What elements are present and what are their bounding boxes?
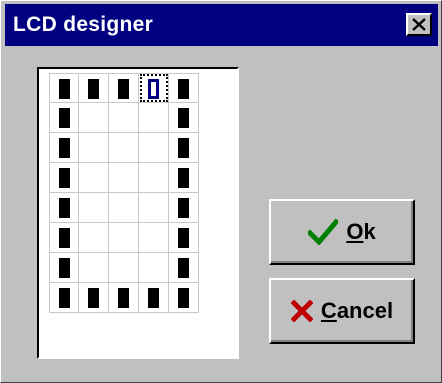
lcd-cell[interactable] xyxy=(169,193,199,223)
lcd-pixel-on xyxy=(178,288,189,308)
lcd-pixel-on xyxy=(178,138,189,158)
lcd-cell[interactable] xyxy=(139,223,169,253)
lcd-cell[interactable] xyxy=(49,133,79,163)
lcd-cell[interactable] xyxy=(109,133,139,163)
lcd-pixel-on xyxy=(59,288,70,308)
lcd-cell[interactable] xyxy=(49,223,79,253)
lcd-cell[interactable] xyxy=(79,223,109,253)
lcd-pixel-on xyxy=(178,228,189,248)
lcd-cell[interactable] xyxy=(169,163,199,193)
lcd-cell[interactable] xyxy=(139,163,169,193)
lcd-cell[interactable] xyxy=(49,253,79,283)
lcd-pixel-on xyxy=(59,258,70,278)
lcd-cell[interactable] xyxy=(109,283,139,313)
lcd-cell[interactable] xyxy=(109,73,139,103)
lcd-pixel-on xyxy=(118,288,129,308)
lcd-cell[interactable] xyxy=(79,193,109,223)
lcd-cell[interactable] xyxy=(49,283,79,313)
title-bar: LCD designer xyxy=(5,4,438,46)
lcd-cell[interactable] xyxy=(109,253,139,283)
lcd-cell[interactable] xyxy=(79,253,109,283)
lcd-cell[interactable] xyxy=(139,133,169,163)
lcd-cell[interactable] xyxy=(79,163,109,193)
lcd-pixel-on xyxy=(178,198,189,218)
lcd-cell[interactable] xyxy=(109,103,139,133)
cancel-button-label: Cancel xyxy=(320,298,394,323)
lcd-pixel-on xyxy=(178,108,189,128)
lcd-pixel-on xyxy=(88,79,99,99)
lcd-pixel-on xyxy=(88,288,99,308)
lcd-cell[interactable] xyxy=(169,283,199,313)
cancel-button[interactable]: Cancel xyxy=(269,278,415,344)
lcd-pixel-on xyxy=(59,138,70,158)
lcd-pixel-on xyxy=(59,168,70,188)
window-title: LCD designer xyxy=(13,13,154,36)
ok-button-label: Ok xyxy=(346,219,376,244)
lcd-pixel-on xyxy=(178,168,189,188)
checkmark-icon xyxy=(308,219,339,245)
lcd-cell[interactable] xyxy=(109,193,139,223)
lcd-pixel-on xyxy=(178,258,189,278)
lcd-pixel-on xyxy=(59,108,70,128)
lcd-cell[interactable] xyxy=(169,103,199,133)
lcd-pixel-on xyxy=(148,288,159,308)
lcd-cell[interactable] xyxy=(109,163,139,193)
lcd-cell[interactable] xyxy=(169,133,199,163)
close-icon xyxy=(412,18,426,31)
lcd-cell[interactable] xyxy=(169,223,199,253)
lcd-pixel-on xyxy=(59,79,70,99)
lcd-cell[interactable] xyxy=(49,73,79,103)
lcd-grid-panel xyxy=(37,67,239,359)
lcd-cell[interactable] xyxy=(79,73,109,103)
close-button[interactable] xyxy=(406,13,432,36)
lcd-cell[interactable] xyxy=(49,103,79,133)
lcd-cell[interactable] xyxy=(79,283,109,313)
lcd-cell[interactable] xyxy=(139,193,169,223)
lcd-cell[interactable] xyxy=(79,133,109,163)
lcd-cell[interactable] xyxy=(79,103,109,133)
lcd-cell[interactable] xyxy=(49,193,79,223)
lcd-pixel-grid xyxy=(49,73,199,313)
lcd-cell[interactable] xyxy=(139,253,169,283)
lcd-cell[interactable] xyxy=(169,253,199,283)
lcd-pixel-on xyxy=(178,79,189,99)
lcd-cell[interactable] xyxy=(139,103,169,133)
lcd-cell[interactable] xyxy=(139,73,169,103)
lcd-pixel-on xyxy=(59,228,70,248)
lcd-pixel-on xyxy=(59,198,70,218)
ok-button[interactable]: Ok xyxy=(269,199,415,265)
lcd-designer-dialog: LCD designer Ok Cancel xyxy=(0,0,442,383)
lcd-cell[interactable] xyxy=(139,283,169,313)
x-icon xyxy=(290,300,313,322)
lcd-pixel-on xyxy=(118,79,129,99)
lcd-cell[interactable] xyxy=(169,73,199,103)
lcd-cell[interactable] xyxy=(49,163,79,193)
lcd-cell[interactable] xyxy=(109,223,139,253)
lcd-pixel-on xyxy=(148,79,159,99)
